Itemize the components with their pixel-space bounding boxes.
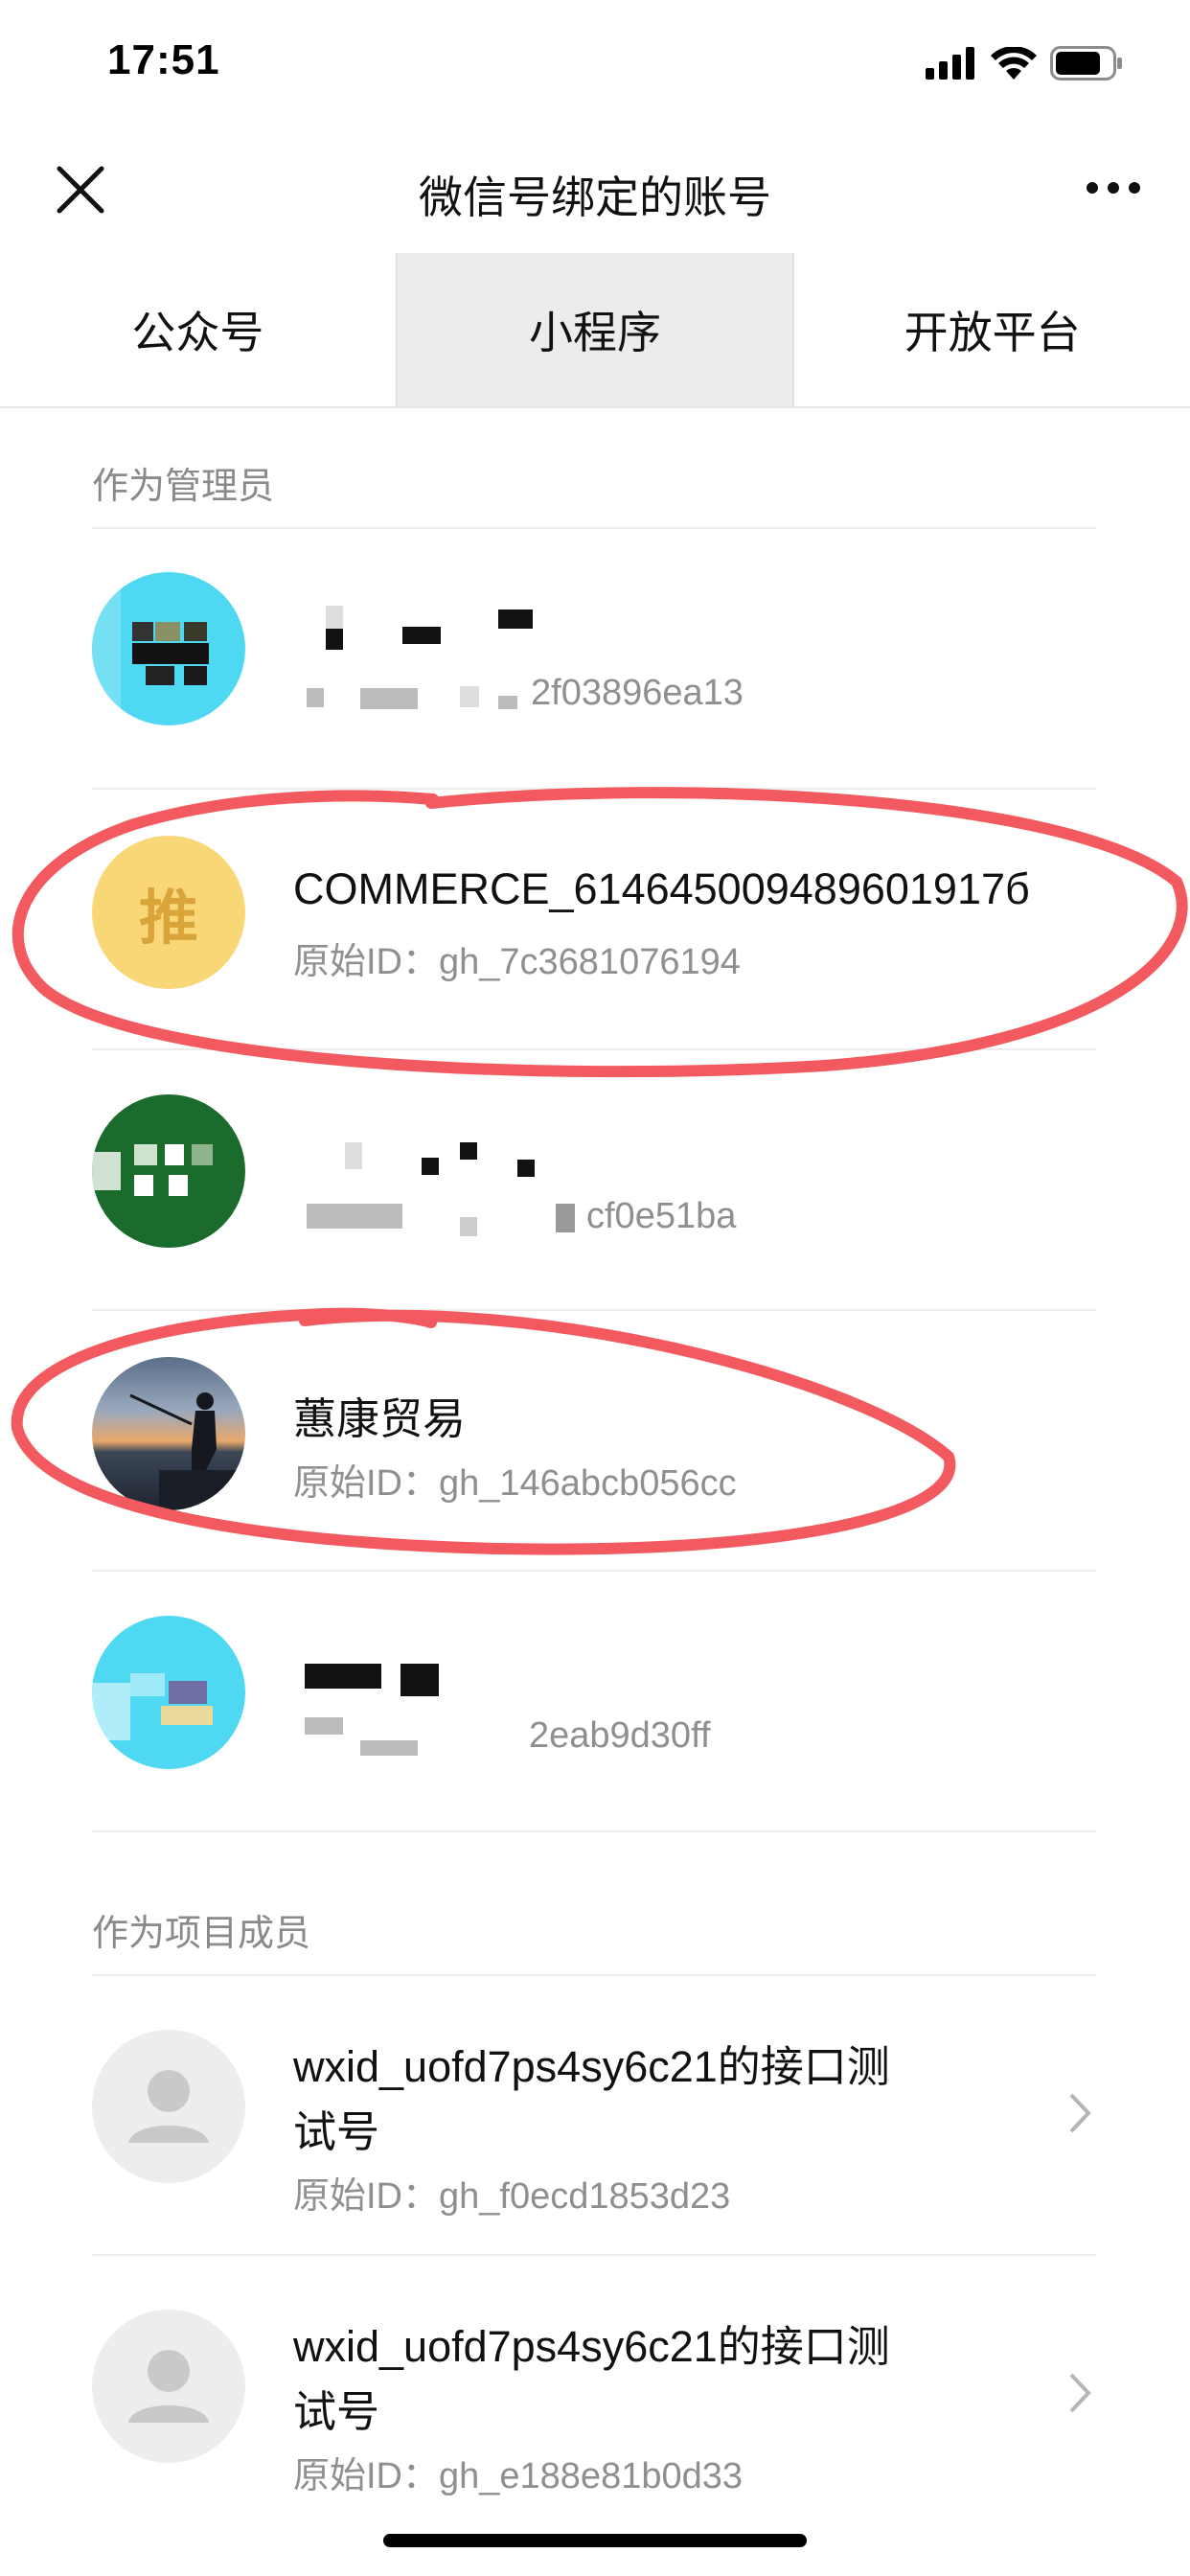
account-name: 蕙康贸易 <box>293 1394 467 1443</box>
account-name-line2: 试号 <box>293 2107 380 2156</box>
signal-icon <box>926 47 974 80</box>
avatar <box>92 1616 245 1769</box>
fisherman-silhouette <box>129 1392 245 1510</box>
section-title-member: 作为项目成员 <box>92 1914 311 1954</box>
account-name: COMMERCE_614645009489601917б <box>293 864 1030 913</box>
battery-icon <box>1050 46 1122 80</box>
account-id: 原始ID：gh_e188e81b0d33 <box>293 2456 744 2496</box>
avatar-initial: 推 <box>138 886 198 952</box>
list-item[interactable]: 2eab9d30ff <box>0 1572 1190 1830</box>
page-title: 微信号绑定的账号 <box>419 172 771 222</box>
chevron-right-icon <box>1069 2373 1091 2413</box>
list-item[interactable]: 2f03896ea13 <box>0 529 1190 788</box>
tab-official-account[interactable]: 公众号 <box>0 253 396 406</box>
account-id: 2f03896ea13 <box>531 673 744 713</box>
status-time: 17:51 <box>107 36 220 83</box>
chevron-right-icon <box>1069 2093 1091 2133</box>
account-name-line2: 试号 <box>293 2387 380 2436</box>
account-id: 原始ID：gh_f0ecd1853d23 <box>293 2176 731 2217</box>
list-item[interactable]: cf0e51ba <box>0 1050 1190 1309</box>
section-title-admin: 作为管理员 <box>92 467 275 507</box>
avatar <box>92 572 245 725</box>
avatar <box>92 1094 245 1248</box>
list-item[interactable]: 推 COMMERCE_614645009489601917б 原始ID：gh_7… <box>0 790 1190 1048</box>
default-avatar-icon <box>92 2030 245 2183</box>
tab-mini-program[interactable]: 小程序 <box>395 253 795 406</box>
avatar <box>92 1357 245 1510</box>
more-icon[interactable] <box>1083 169 1144 207</box>
home-indicator <box>383 2534 807 2547</box>
status-icons <box>926 42 1123 84</box>
default-avatar-icon <box>92 2310 245 2463</box>
nav-bar: 微信号绑定的账号 <box>0 134 1190 253</box>
account-id: 原始ID：gh_7c3681076194 <box>293 942 741 982</box>
tab-bar: 公众号 小程序 开放平台 <box>0 253 1190 408</box>
account-id: 2eab9d30ff <box>529 1715 711 1756</box>
account-name-line1: wxid_uofd7ps4sy6c21的接口测 <box>293 2322 890 2371</box>
list-item[interactable]: wxid_uofd7ps4sy6c21的接口测 试号 原始ID：gh_f0ecd… <box>0 1976 1190 2254</box>
list-item[interactable]: wxid_uofd7ps4sy6c21的接口测 试号 原始ID：gh_e188e… <box>0 2256 1190 2534</box>
avatar: 推 <box>92 836 245 989</box>
wifi-icon <box>991 47 1037 80</box>
list-item[interactable]: 蕙康贸易 原始ID：gh_146abcb056cc <box>0 1311 1190 1570</box>
divider <box>92 1830 1096 1832</box>
account-id: cf0e51ba <box>586 1196 737 1236</box>
account-id: 原始ID：gh_146abcb056cc <box>293 1463 737 1504</box>
tab-open-platform[interactable]: 开放平台 <box>794 253 1190 406</box>
account-name-line1: wxid_uofd7ps4sy6c21的接口测 <box>293 2042 890 2091</box>
status-bar: 17:51 <box>0 0 1190 134</box>
